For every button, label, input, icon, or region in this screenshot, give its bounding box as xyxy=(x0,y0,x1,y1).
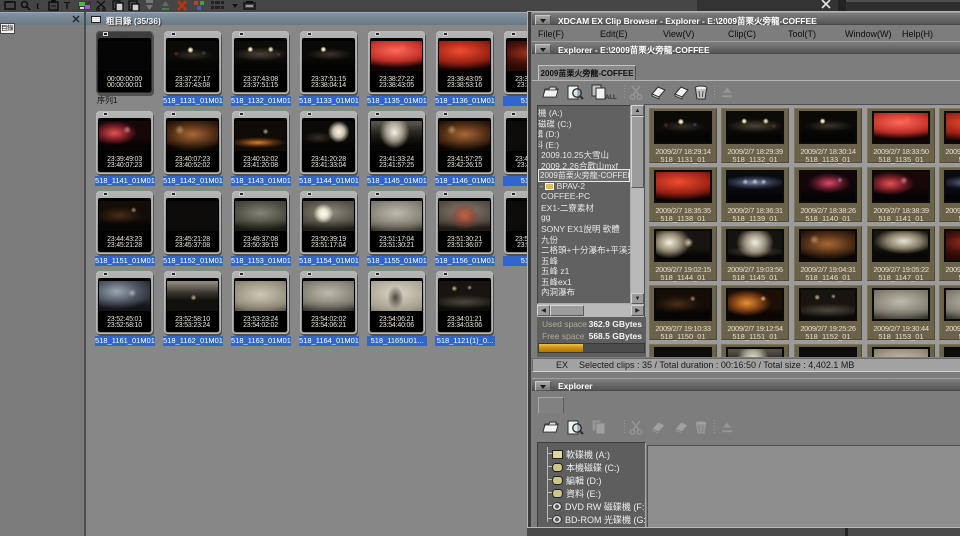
svg-text:T: T xyxy=(64,1,70,11)
svg-text:ALL: ALL xyxy=(605,95,617,101)
svg-text:ALL: ALL xyxy=(605,430,617,436)
svg-text:t: t xyxy=(36,1,40,11)
